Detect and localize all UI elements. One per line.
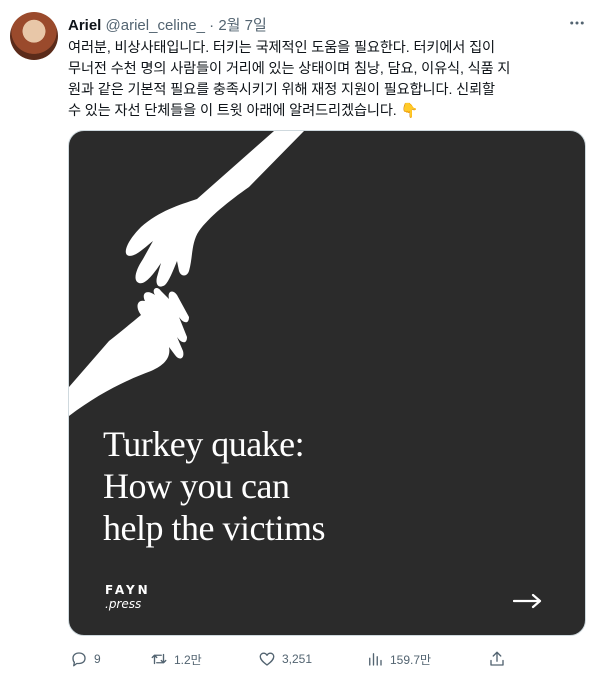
more-icon[interactable] bbox=[566, 12, 588, 34]
hands-illustration bbox=[69, 131, 304, 416]
tweet-text-line: 수 있는 자선 단체들을 이 트윗 아래에 알려드리겠습니다. 👇 bbox=[68, 103, 419, 119]
headline-line: help the victims bbox=[103, 508, 325, 548]
tweet-text: 여러분, 비상사태입니다. 터키는 국제적인 도움을 필요한다. 터키에서 집이… bbox=[68, 38, 588, 122]
tweet-actions: 9 1.2만 3,251 159.7만 bbox=[68, 648, 528, 670]
avatar[interactable] bbox=[10, 12, 58, 60]
brand-suffix: .press bbox=[105, 597, 142, 611]
views-icon bbox=[369, 653, 382, 666]
brand-name: FAYN bbox=[105, 583, 151, 597]
heart-icon bbox=[259, 652, 275, 666]
tweet-header: Ariel @ariel_celine_ · 2월 7일 bbox=[68, 14, 560, 35]
views-count: 159.7만 bbox=[390, 652, 432, 667]
share-icon bbox=[490, 651, 504, 666]
tweet-text-line: 여러분, 비상사태입니다. 터키는 국제적인 도움을 필요한다. 터키에서 집이 bbox=[68, 40, 495, 56]
headline: Turkey quake: How you can help the victi… bbox=[103, 423, 325, 549]
like-button[interactable]: 3,251 bbox=[258, 648, 312, 670]
share-button[interactable] bbox=[488, 648, 506, 670]
headline-line: How you can bbox=[103, 466, 290, 506]
separator-dot: · bbox=[209, 17, 215, 34]
retweet-button[interactable]: 1.2만 bbox=[150, 648, 202, 670]
tweet-text-line: 무너전 수천 명의 사람들이 거리에 있는 상태이며 침낭, 담요, 이유식, … bbox=[68, 61, 511, 77]
author-handle[interactable]: @ariel_celine_ bbox=[106, 17, 205, 34]
brand-logo: FAYN .press bbox=[105, 583, 151, 611]
retweet-icon bbox=[151, 653, 167, 665]
author-name[interactable]: Ariel bbox=[68, 17, 101, 34]
views-button[interactable]: 159.7만 bbox=[366, 648, 431, 670]
like-count: 3,251 bbox=[282, 652, 313, 666]
reply-count: 9 bbox=[94, 652, 101, 666]
headline-line: Turkey quake: bbox=[103, 424, 305, 464]
reply-icon bbox=[72, 652, 86, 667]
tweet-text-line: 원과 같은 기본적 필요를 충족시키기 위해 재정 지원이 필요합니다. 신뢰할 bbox=[68, 82, 495, 98]
media-card[interactable]: Turkey quake: How you can help the victi… bbox=[68, 130, 586, 636]
retweet-count: 1.2만 bbox=[174, 652, 202, 667]
tweet[interactable]: Ariel @ariel_celine_ · 2월 7일 여러분, 비상사태입니… bbox=[0, 0, 600, 678]
arrow-right-icon bbox=[513, 593, 542, 609]
tweet-date[interactable]: 2월 7일 bbox=[218, 17, 266, 34]
reply-button[interactable]: 9 bbox=[70, 648, 101, 670]
